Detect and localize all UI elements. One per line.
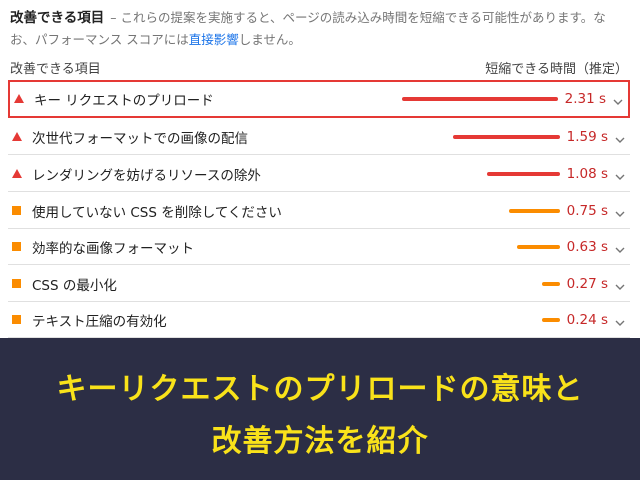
- direct-impact-link[interactable]: 直接影響: [189, 32, 239, 47]
- chevron-down-icon[interactable]: [614, 241, 626, 253]
- opportunity-label: 次世代フォーマットでの画像の配信: [32, 130, 248, 147]
- opportunity-label: 効率的な画像フォーマット: [32, 240, 194, 257]
- chevron-down-icon[interactable]: [614, 131, 626, 143]
- banner-line-1: キーリクエストのプリロードの意味と: [56, 372, 584, 407]
- savings-bar: [542, 317, 560, 322]
- orange-square-icon-shape: [12, 314, 21, 324]
- red-triangle-icon-shape: [14, 94, 24, 103]
- red-triangle-icon-shape: [12, 131, 22, 141]
- savings-value: 0.75 s: [566, 202, 608, 219]
- savings-value: 0.24 s: [566, 311, 608, 328]
- orange-square-icon-shape: [12, 241, 21, 251]
- savings-bar: [402, 97, 558, 101]
- savings-bar: [509, 208, 560, 213]
- section-title: 改善できる項目: [10, 10, 105, 26]
- chevron-down-icon[interactable]: [614, 314, 626, 326]
- red-triangle-icon-shape: [12, 168, 22, 178]
- opportunity-row[interactable]: 次世代フォーマットでの画像の配信 1.59 s: [8, 119, 630, 155]
- title-banner: キーリクエストのプリロードの意味と 改善方法を紹介: [0, 338, 640, 480]
- orange-square-icon: [12, 278, 22, 289]
- savings-value: 2.31 s: [564, 91, 606, 107]
- header-dash: –: [110, 10, 117, 25]
- orange-square-icon: [12, 241, 22, 252]
- savings-bar: [453, 134, 560, 139]
- opportunity-label: テキスト圧縮の有効化: [32, 313, 167, 330]
- red-triangle-icon: [12, 131, 22, 142]
- opportunity-row[interactable]: テキスト圧縮の有効化 0.24 s: [8, 302, 630, 338]
- chevron-down-icon[interactable]: [614, 278, 626, 290]
- section-header: 改善できる項目 – これらの提案を実施すると、ページの読み込み時間を短縮できる可能性…: [10, 7, 622, 50]
- section-description-end: しません。: [238, 32, 301, 47]
- banner-line-2: 改善方法を紹介: [211, 424, 429, 459]
- chevron-down-icon[interactable]: [614, 168, 626, 180]
- savings-bar: [487, 171, 560, 176]
- red-triangle-icon: [14, 94, 24, 104]
- chevron-down-icon[interactable]: [612, 93, 624, 105]
- savings-bar: [517, 244, 560, 249]
- savings-bar: [542, 281, 560, 286]
- opportunity-row[interactable]: キー リクエストのプリロード 2.31 s: [8, 80, 630, 118]
- opportunity-row[interactable]: レンダリングを妨げるリソースの除外 1.08 s: [8, 156, 630, 192]
- red-triangle-icon: [12, 168, 22, 179]
- savings-value: 0.63 s: [566, 238, 608, 255]
- opportunity-row[interactable]: 効率的な画像フォーマット 0.63 s: [8, 229, 630, 265]
- opportunity-label: レンダリングを妨げるリソースの除外: [32, 167, 261, 184]
- orange-square-icon-shape: [12, 278, 21, 288]
- column-header-savings: 短縮できる時間（推定）: [485, 62, 628, 77]
- orange-square-icon-shape: [12, 205, 21, 215]
- column-header-opportunity: 改善できる項目: [10, 62, 101, 77]
- orange-square-icon: [12, 205, 22, 216]
- opportunity-row[interactable]: 使用していない CSS を削除してください 0.75 s: [8, 193, 630, 229]
- opportunity-row[interactable]: CSS の最小化 0.27 s: [8, 266, 630, 302]
- chevron-down-icon[interactable]: [614, 205, 626, 217]
- opportunity-label: キー リクエストのプリロード: [34, 93, 214, 109]
- opportunity-label: 使用していない CSS を削除してください: [32, 204, 282, 221]
- orange-square-icon: [12, 314, 22, 325]
- savings-value: 1.08 s: [566, 165, 608, 182]
- opportunities-panel: 改善できる項目 – これらの提案を実施すると、ページの読み込み時間を短縮できる可能性…: [0, 0, 640, 338]
- savings-value: 1.59 s: [566, 128, 608, 145]
- savings-value: 0.27 s: [566, 275, 608, 292]
- opportunity-label: CSS の最小化: [32, 277, 117, 294]
